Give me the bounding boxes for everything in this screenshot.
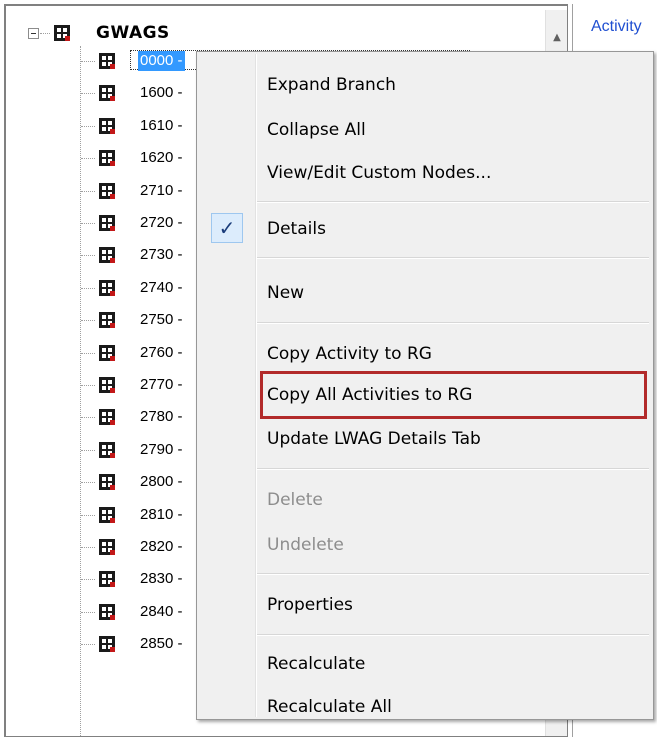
menu-item-view-edit-custom-nodes[interactable]: View/Edit Custom Nodes...: [267, 158, 491, 188]
tab-activity[interactable]: Activity: [591, 18, 642, 36]
film-grid-icon: [99, 247, 115, 264]
scroll-up-arrow-icon[interactable]: ▲: [546, 27, 567, 47]
film-grid-icon: [99, 53, 115, 69]
tree-node-label[interactable]: 2790 -: [140, 440, 183, 460]
context-menu[interactable]: Expand Branch Collapse All View/Edit Cus…: [196, 51, 654, 720]
tree-connector: [40, 33, 50, 34]
tree-connector: [81, 93, 95, 95]
menu-item-expand-branch[interactable]: Expand Branch: [267, 70, 396, 100]
menu-item-recalculate[interactable]: Recalculate: [267, 649, 365, 679]
menu-item-recalculate-all[interactable]: Recalculate All: [267, 692, 392, 722]
tree-connector-vertical: [80, 46, 81, 736]
tree-connector: [81, 449, 95, 451]
menu-gutter-divider: [255, 54, 257, 717]
menu-separator: [257, 257, 649, 259]
tree-node-label[interactable]: 0000 -: [138, 51, 185, 71]
film-grid-icon: [99, 603, 115, 620]
tree-node-label[interactable]: 2780 -: [140, 407, 183, 427]
film-grid-icon: [99, 182, 115, 199]
tree-node-label[interactable]: 2760 -: [140, 343, 183, 363]
tree-connector: [81, 223, 95, 224]
tree-connector: [81, 158, 95, 160]
menu-item-copy-activity-to-rg[interactable]: Copy Activity to RG: [267, 339, 432, 369]
menu-item-copy-all-activities-to-rg[interactable]: Copy All Activities to RG: [267, 380, 472, 410]
menu-item-delete: Delete: [267, 490, 323, 510]
menu-item-details[interactable]: Details: [267, 214, 326, 244]
tree-node-label[interactable]: 2730 -: [140, 245, 183, 265]
tree-node-label[interactable]: 2820 -: [140, 537, 183, 557]
tree-node-label[interactable]: 2750 -: [140, 310, 183, 330]
film-grid-icon: [99, 409, 115, 426]
menu-item-collapse-all[interactable]: Collapse All: [267, 115, 366, 145]
menu-separator: [257, 322, 649, 324]
collapse-minus-icon[interactable]: [28, 28, 39, 39]
tree-connector: [81, 287, 95, 289]
film-grid-icon: [99, 279, 115, 296]
film-grid-icon: [99, 312, 115, 329]
tree-node-label[interactable]: 2740 -: [140, 278, 183, 298]
film-grid-icon: [99, 215, 115, 231]
checkmark-icon: ✓: [211, 213, 243, 243]
tree-connector: [81, 255, 95, 257]
tree-connector: [81, 125, 95, 127]
tree-connector: [81, 547, 95, 548]
tree-node-label[interactable]: 2710 -: [140, 181, 183, 201]
tree-node-label[interactable]: 1600 -: [140, 83, 183, 103]
tree-node-label[interactable]: 2770 -: [140, 375, 183, 395]
tree-node-label[interactable]: 2720 -: [140, 213, 183, 233]
tree-connector: [81, 61, 95, 62]
film-grid-icon: [99, 85, 115, 102]
menu-separator: [257, 468, 649, 470]
tree-node-label[interactable]: 2810 -: [140, 505, 183, 525]
menu-item-properties[interactable]: Properties: [267, 590, 353, 620]
menu-separator: [257, 201, 649, 203]
film-grid-icon: [99, 474, 115, 491]
film-grid-icon: [99, 441, 115, 458]
tree-connector: [81, 417, 95, 419]
tree-connector: [81, 385, 95, 386]
menu-item-new[interactable]: New: [267, 278, 304, 308]
film-grid-icon: [99, 344, 115, 361]
tree-connector: [81, 514, 95, 516]
tree-root-label[interactable]: GWAGS: [96, 23, 170, 43]
tree-node-label[interactable]: 1620 -: [140, 148, 183, 168]
tree-connector: [81, 352, 95, 354]
tree-node-label[interactable]: 2840 -: [140, 602, 183, 622]
menu-separator: [257, 573, 649, 575]
tree-connector: [81, 611, 95, 613]
film-grid-icon: [99, 636, 115, 653]
film-grid-icon: [99, 539, 115, 555]
film-grid-icon: [99, 571, 115, 588]
tree-node-label[interactable]: 2800 -: [140, 472, 183, 492]
tree-connector: [81, 579, 95, 581]
tree-connector: [81, 482, 95, 484]
film-grid-icon: [99, 150, 115, 167]
menu-item-undelete: Undelete: [267, 535, 344, 555]
tree-connector: [81, 190, 95, 192]
menu-item-update-lwag-details-tab[interactable]: Update LWAG Details Tab: [267, 424, 481, 454]
film-grid-icon: [99, 506, 115, 523]
tree-node-label[interactable]: 1610 -: [140, 116, 183, 136]
tree-node-label[interactable]: 2830 -: [140, 569, 183, 589]
film-grid-icon: [99, 377, 115, 393]
tree-connector: [81, 644, 95, 646]
film-grid-icon: [54, 25, 70, 41]
tree-connector: [81, 320, 95, 322]
tree-node-label[interactable]: 2850 -: [140, 634, 183, 654]
menu-separator: [257, 634, 649, 636]
film-grid-icon: [99, 117, 115, 134]
